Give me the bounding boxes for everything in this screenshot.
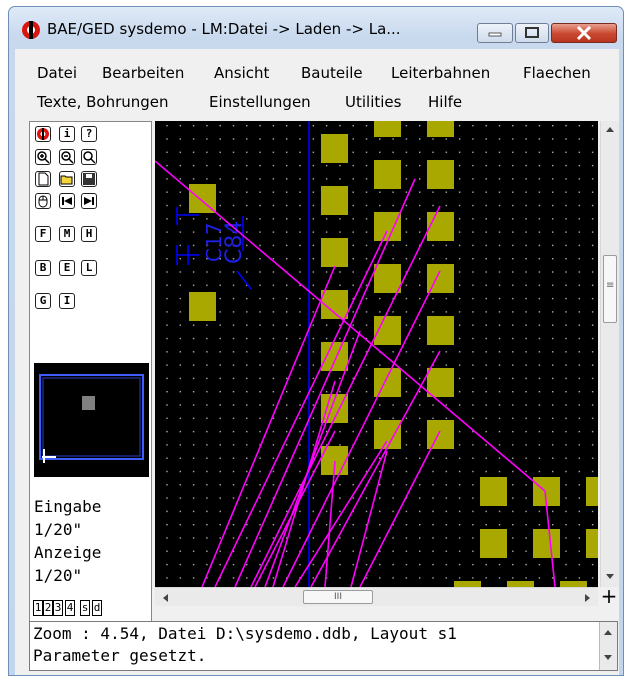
scroll-down-arrow-icon[interactable]: [605, 573, 615, 581]
horizontal-scrollbar[interactable]: III: [155, 587, 598, 606]
menu-leiterbahnen[interactable]: Leiterbahnen: [391, 64, 490, 82]
menu-flaechen[interactable]: Flaechen: [523, 64, 591, 82]
menu-bearbeiten[interactable]: Bearbeiten: [102, 64, 184, 82]
console-scroll-up-icon[interactable]: [603, 628, 613, 636]
component-label-c17: C17: [202, 223, 226, 262]
save-disk-icon: [83, 173, 95, 185]
tool-button-h[interactable]: H: [81, 226, 97, 242]
window-title: BAE/GED sysdemo - LM:Datei -> Laden -> L…: [47, 20, 401, 38]
layout-canvas[interactable]: C84 C17: [155, 121, 598, 587]
menu-bauteile[interactable]: Bauteile: [301, 64, 363, 82]
console-output: Zoom : 4.54, Datei D:\sysdemo.ddb, Layou…: [29, 621, 618, 671]
next-button[interactable]: [81, 193, 97, 209]
plus-corner-button[interactable]: +: [600, 586, 618, 606]
zoom-in-button[interactable]: [35, 149, 51, 165]
zoom-out-button[interactable]: [59, 149, 75, 165]
close-button[interactable]: [551, 23, 617, 43]
help-icon: ?: [85, 127, 93, 140]
bae-logo-icon: [22, 21, 40, 39]
menu-hilfe[interactable]: Hilfe: [428, 93, 462, 111]
display-unit-label: Anzeige: [34, 543, 102, 562]
input-unit-value: 1/20": [34, 520, 83, 539]
arrow-left-icon: [62, 197, 72, 205]
layer-button-signal[interactable]: s: [80, 600, 90, 616]
console-line-2: Parameter gesetzt.: [33, 646, 207, 665]
layer-button-documentation[interactable]: d: [92, 600, 102, 616]
vertical-scrollbar[interactable]: ≡: [600, 121, 619, 587]
info-icon: i: [63, 127, 71, 140]
arrow-right-icon: [84, 197, 94, 205]
vertical-scroll-thumb[interactable]: ≡: [603, 255, 617, 323]
save-button[interactable]: [81, 171, 97, 187]
console-scroll-down-icon[interactable]: [603, 654, 613, 662]
close-icon: [576, 25, 592, 41]
new-file-button[interactable]: [35, 171, 51, 187]
zoom-in-icon: [37, 151, 50, 164]
bae-logo-icon: [37, 128, 49, 140]
tool-button-b[interactable]: B: [35, 260, 51, 276]
open-folder-icon: [60, 175, 73, 185]
menu-bar: Datei Bearbeiten Ansicht Bauteile Leiter…: [15, 49, 619, 111]
mouse-button[interactable]: [35, 193, 51, 209]
tool-button-g[interactable]: G: [35, 293, 51, 309]
maximize-button[interactable]: [515, 23, 549, 43]
minimize-button[interactable]: [477, 23, 513, 43]
maximize-icon: [525, 27, 539, 38]
layer-button-4[interactable]: 4: [65, 600, 75, 616]
mouse-icon: [38, 195, 48, 208]
tool-button-f[interactable]: F: [35, 226, 51, 242]
input-unit-label: Eingabe: [34, 497, 102, 516]
layer-button-3[interactable]: 3: [53, 600, 63, 616]
previous-button[interactable]: [59, 193, 75, 209]
zoom-window-icon: [83, 151, 96, 164]
menu-datei[interactable]: Datei: [37, 64, 77, 82]
scroll-left-arrow-icon[interactable]: [161, 593, 169, 603]
menu-utilities[interactable]: Utilities: [345, 93, 401, 111]
vertical-grip: ≡: [606, 280, 615, 291]
tool-button-l[interactable]: L: [81, 260, 97, 276]
zoom-out-icon: [61, 151, 74, 164]
overview-minimap[interactable]: [34, 363, 149, 477]
application-window: BAE/GED sysdemo - LM:Datei -> Laden -> L…: [8, 6, 624, 676]
layer-button-2[interactable]: 2: [43, 600, 53, 616]
console-line-1: Zoom : 4.54, Datei D:\sysdemo.ddb, Layou…: [33, 624, 457, 643]
minimize-icon: [488, 32, 502, 37]
menu-einstellungen[interactable]: Einstellungen: [209, 93, 311, 111]
horizontal-scroll-thumb[interactable]: III: [303, 590, 373, 604]
toolbox-panel: i ? F M H B E L G I Eingabe 1/20" Anzeig…: [29, 121, 152, 623]
layer-button-1[interactable]: 1: [33, 600, 43, 616]
tool-button-i[interactable]: I: [59, 293, 75, 309]
info-button[interactable]: i: [59, 126, 75, 142]
tool-button-e[interactable]: E: [59, 260, 75, 276]
menu-ansicht[interactable]: Ansicht: [214, 64, 269, 82]
menu-texte-bohrungen[interactable]: Texte, Bohrungen: [37, 93, 169, 111]
pcb-layout-drawing: C84 C17: [155, 121, 598, 587]
scroll-up-arrow-icon[interactable]: [605, 125, 615, 133]
open-folder-button[interactable]: [59, 171, 75, 187]
zoom-window-button[interactable]: [81, 149, 97, 165]
new-file-icon: [38, 172, 49, 186]
console-scrollbar[interactable]: [599, 622, 617, 670]
help-button[interactable]: ?: [81, 126, 97, 142]
scroll-right-arrow-icon[interactable]: [584, 593, 592, 603]
tool-button-m[interactable]: M: [59, 226, 75, 242]
display-unit-value: 1/20": [34, 566, 83, 585]
bae-logo-tool[interactable]: [35, 126, 51, 142]
title-bar[interactable]: BAE/GED sysdemo - LM:Datei -> Laden -> L…: [9, 7, 623, 47]
